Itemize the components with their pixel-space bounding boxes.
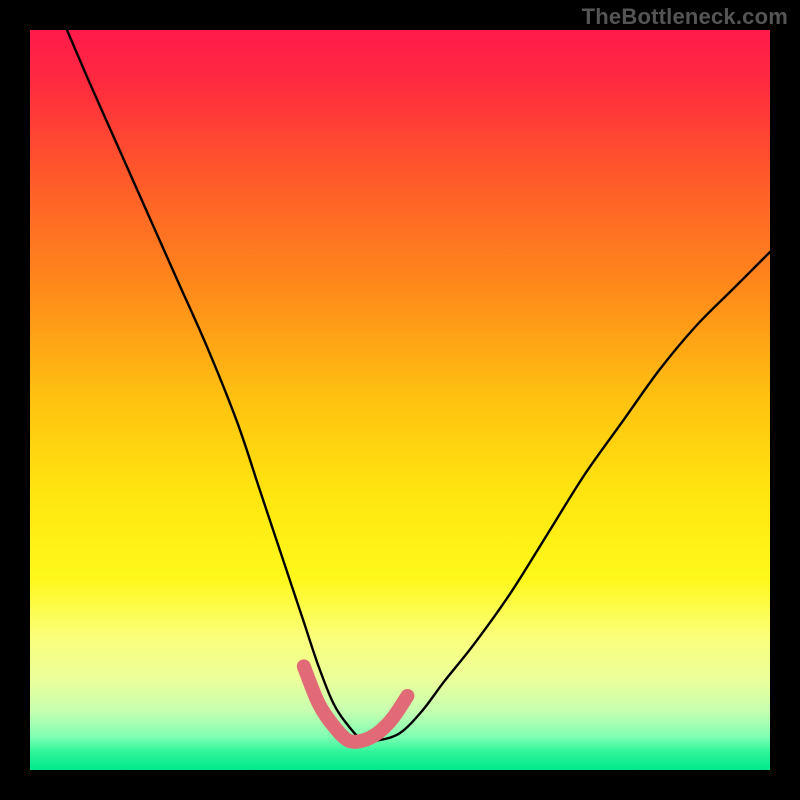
- outer-frame: TheBottleneck.com: [0, 0, 800, 800]
- gradient-background: [30, 30, 770, 770]
- chart-svg: [30, 30, 770, 770]
- watermark-text: TheBottleneck.com: [582, 4, 788, 30]
- plot-area: [30, 30, 770, 770]
